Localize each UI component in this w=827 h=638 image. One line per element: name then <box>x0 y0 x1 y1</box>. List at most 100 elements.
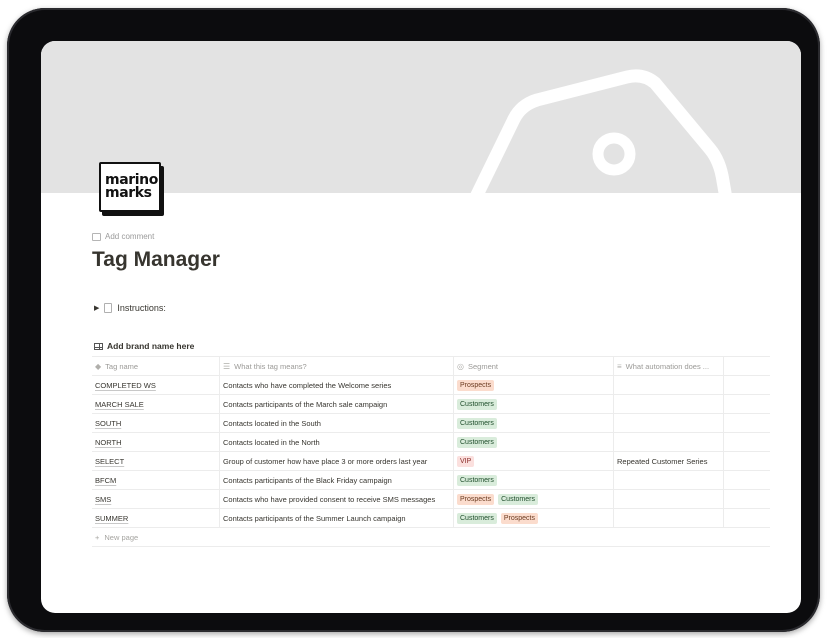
segment-cell[interactable]: Customers <box>454 395 614 413</box>
empty-cell <box>724 395 770 413</box>
table-row[interactable]: SMS Contacts who have provided consent to… <box>92 490 770 509</box>
segment-cell[interactable]: Prospects Customers <box>454 490 614 508</box>
database-title-label: Add brand name here <box>107 341 195 351</box>
segment-tag: VIP <box>457 455 475 467</box>
table-row[interactable]: SUMMER Contacts participants of the Summe… <box>92 509 770 528</box>
column-header-tag-name[interactable]: ◆ Tag name <box>92 357 220 375</box>
automation-cell[interactable] <box>614 490 724 508</box>
meaning-cell[interactable]: Group of customer how have place 3 or mo… <box>220 452 454 470</box>
table-row[interactable]: MARCH SALE Contacts participants of the M… <box>92 395 770 414</box>
automation-cell[interactable] <box>614 509 724 527</box>
tag-name-cell[interactable]: MARCH SALE <box>92 395 220 413</box>
empty-cell <box>724 414 770 432</box>
segment-tag: Customers <box>457 512 497 524</box>
tag-name[interactable]: SMS <box>95 495 111 504</box>
page-icon <box>104 303 113 313</box>
brand-logo: marino marks <box>99 162 161 212</box>
segment-tag: Customers <box>457 436 497 448</box>
empty-cell <box>724 433 770 451</box>
text-icon: ≡ <box>617 361 622 371</box>
empty-cell <box>724 490 770 508</box>
list-icon: ☰ <box>223 361 231 371</box>
tag-icon: ◆ <box>95 361 102 371</box>
tag-name[interactable]: COMPLETED WS <box>95 381 156 390</box>
segment-tag: Customers <box>457 417 497 429</box>
tag-name[interactable]: MARCH SALE <box>95 400 144 409</box>
column-label: Tag name <box>105 361 139 371</box>
table-row[interactable]: COMPLETED WS Contacts who have completed … <box>92 376 770 395</box>
empty-cell <box>724 452 770 470</box>
automation-cell[interactable] <box>614 471 724 489</box>
segment-tag: Customers <box>457 474 497 486</box>
segment-tag: Prospects <box>500 512 538 524</box>
segment-cell[interactable]: VIP <box>454 452 614 470</box>
tag-name-cell[interactable]: NORTH <box>92 433 220 451</box>
meaning-cell[interactable]: Contacts who have completed the Welcome … <box>220 376 454 394</box>
logo-line-2: marks <box>105 185 152 201</box>
empty-cell <box>724 376 770 394</box>
new-page-label: New page <box>104 532 139 542</box>
segment-cell[interactable]: Customers <box>454 433 614 451</box>
tablet-frame: marino marks Add comment Tag Manager ▶ I… <box>7 8 820 632</box>
tag-name-cell[interactable]: SUMMER <box>92 509 220 527</box>
meaning-cell[interactable]: Contacts located in the South <box>220 414 454 432</box>
tag-name[interactable]: SOUTH <box>95 419 121 428</box>
segment-tag: Customers <box>457 398 497 410</box>
tag-name-cell[interactable]: SMS <box>92 490 220 508</box>
meaning-cell[interactable]: Contacts located in the North <box>220 433 454 451</box>
segment-tag: Prospects <box>457 493 495 505</box>
instructions-toggle[interactable]: ▶ Instructions: <box>94 303 166 313</box>
tag-name[interactable]: SUMMER <box>95 514 128 523</box>
table-row[interactable]: NORTH Contacts located in the North Custom… <box>92 433 770 452</box>
add-comment-label: Add comment <box>105 232 155 241</box>
segment-cell[interactable]: Prospects <box>454 376 614 394</box>
column-header-automation[interactable]: ≡ What automation does ... <box>614 357 724 375</box>
database-title[interactable]: Add brand name here <box>94 341 194 351</box>
toggle-arrow-icon[interactable]: ▶ <box>94 304 99 312</box>
table-row[interactable]: BFCM Contacts participants of the Black F… <box>92 471 770 490</box>
column-label: What this tag means? <box>234 361 307 371</box>
automation-cell[interactable] <box>614 376 724 394</box>
table-row[interactable]: SOUTH Contacts located in the South Custom… <box>92 414 770 433</box>
add-comment-button[interactable]: Add comment <box>92 232 154 241</box>
table-header: ◆ Tag name ☰ What this tag means? ◎ Segm… <box>92 356 770 376</box>
page-title[interactable]: Tag Manager <box>92 248 220 272</box>
empty-cell <box>724 471 770 489</box>
tag-name-cell[interactable]: SOUTH <box>92 414 220 432</box>
column-label: Segment <box>467 361 499 371</box>
meaning-cell[interactable]: Contacts participants of the Black Frida… <box>220 471 454 489</box>
multi-select-icon: ◎ <box>457 361 464 371</box>
column-header-segment[interactable]: ◎ Segment <box>454 357 614 375</box>
meaning-cell[interactable]: Contacts participants of the Summer Laun… <box>220 509 454 527</box>
meaning-cell[interactable]: Contacts who have provided consent to re… <box>220 490 454 508</box>
automation-cell[interactable] <box>614 414 724 432</box>
automation-cell[interactable]: Repeated Customer Series <box>614 452 724 470</box>
table-row[interactable]: SELECT Group of customer how have place 3… <box>92 452 770 471</box>
plus-icon: + <box>95 532 100 542</box>
tag-name-cell[interactable]: SELECT <box>92 452 220 470</box>
comment-icon <box>92 232 101 241</box>
table-body: COMPLETED WS Contacts who have completed … <box>92 376 770 528</box>
segment-tag: Customers <box>498 493 538 505</box>
tag-table: ◆ Tag name ☰ What this tag means? ◎ Segm… <box>92 356 770 547</box>
automation-cell[interactable] <box>614 395 724 413</box>
meaning-cell[interactable]: Contacts participants of the March sale … <box>220 395 454 413</box>
segment-tag: Prospects <box>457 379 495 391</box>
tag-name[interactable]: NORTH <box>95 438 122 447</box>
automation-cell[interactable] <box>614 433 724 451</box>
tag-name[interactable]: BFCM <box>95 476 116 485</box>
new-page-button[interactable]: + New page <box>92 528 770 547</box>
add-column-cell[interactable] <box>724 357 770 375</box>
table-icon <box>94 342 103 350</box>
tag-name[interactable]: SELECT <box>95 457 124 466</box>
tag-name-cell[interactable]: BFCM <box>92 471 220 489</box>
segment-cell[interactable]: Customers <box>454 471 614 489</box>
screen: marino marks Add comment Tag Manager ▶ I… <box>41 41 801 613</box>
column-header-meaning[interactable]: ☰ What this tag means? <box>220 357 454 375</box>
column-label: What automation does ... <box>625 361 710 371</box>
segment-cell[interactable]: Customers <box>454 414 614 432</box>
tag-name-cell[interactable]: COMPLETED WS <box>92 376 220 394</box>
segment-cell[interactable]: Customers Prospects <box>454 509 614 527</box>
instructions-label: Instructions: <box>117 303 166 313</box>
empty-cell <box>724 509 770 527</box>
